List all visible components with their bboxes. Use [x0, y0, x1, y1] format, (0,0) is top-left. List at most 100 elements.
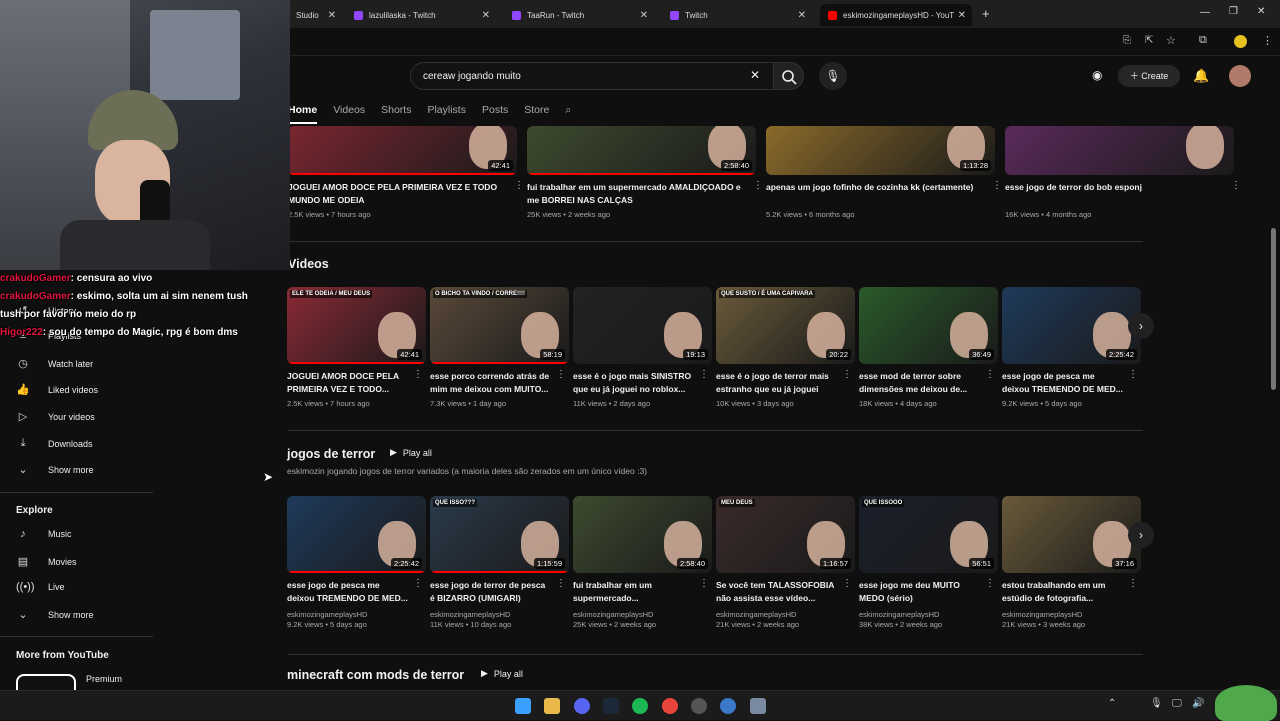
next-arrow-icon[interactable]: ›	[1128, 522, 1154, 548]
close-icon[interactable]: ✕	[958, 10, 966, 21]
translate-icon[interactable]: ⎘	[1123, 35, 1131, 46]
more-options-icon[interactable]: ⋮	[556, 369, 566, 380]
account-avatar[interactable]	[1229, 65, 1251, 87]
spotify-icon[interactable]	[632, 698, 648, 714]
calculator-icon[interactable]	[750, 698, 766, 714]
voice-search-icon[interactable]: 🎙	[819, 62, 847, 90]
more-options-icon[interactable]: ⋮	[985, 369, 995, 380]
video-thumbnail[interactable]: 37:16	[1002, 496, 1141, 573]
video-title[interactable]: esse jogo de pesca me deixou TREMENDO DE…	[1002, 370, 1124, 396]
create-button[interactable]: ＋ Create	[1118, 65, 1180, 87]
tab-twitch-2[interactable]: TaaRun - Twitch ✕	[504, 4, 654, 26]
sidebar-item-music[interactable]: ♪ Music	[16, 528, 71, 540]
microphone-tray-icon[interactable]: 🎙	[1150, 698, 1163, 709]
search-button[interactable]	[774, 62, 804, 90]
volume-icon[interactable]: 🔊	[1192, 698, 1204, 709]
tab-playlists[interactable]: Playlists	[427, 100, 466, 124]
video-thumbnail[interactable]: MEU DEUS 1:16:57	[716, 496, 855, 573]
tab-home[interactable]: Home	[288, 100, 318, 124]
video-title[interactable]: esse jogo de terror do bob esponj	[1005, 181, 1227, 194]
sidebar-item-liked-videos[interactable]: 👍 Liked videos	[16, 383, 98, 396]
file-explorer-icon[interactable]	[544, 698, 560, 714]
tab-posts[interactable]: Posts	[482, 100, 508, 124]
video-thumbnail[interactable]: QUE SUSTO / É UMA CAPIVARA 20:22	[716, 287, 855, 364]
video-thumbnail[interactable]: QUE ISSOOO 56:51	[859, 496, 998, 573]
video-title[interactable]: estou trabalhando em um estúdio de fotog…	[1002, 579, 1124, 605]
cast-icon[interactable]: ⇱	[1145, 35, 1153, 46]
more-options-icon[interactable]: ⋮	[699, 369, 709, 380]
video-title[interactable]: JOGUEI AMOR DOCE PELA PRIMEIRA VEZ E TOD…	[287, 370, 409, 396]
video-title[interactable]: esse jogo de pesca me deixou TREMENDO DE…	[287, 579, 409, 605]
new-tab-button[interactable]: +	[982, 6, 990, 21]
obs-icon[interactable]	[691, 698, 707, 714]
video-thumbnail[interactable]: 1:13:28	[766, 126, 995, 175]
video-thumbnail[interactable]: 2:25:42	[287, 496, 426, 573]
tab-store[interactable]: Store	[524, 100, 549, 124]
video-title[interactable]: esse jogo me deu MUITO MEDO (sério)	[859, 579, 981, 605]
window-close-icon[interactable]: ✕	[1257, 6, 1265, 17]
tab-studio[interactable]: Studio ✕	[288, 4, 342, 26]
minimize-icon[interactable]: —	[1200, 7, 1210, 18]
clear-search-icon[interactable]: ✕	[750, 68, 760, 82]
more-options-icon[interactable]: ⋮	[1231, 180, 1241, 191]
sidebar-show-more[interactable]: ⌄ Show more	[16, 463, 93, 476]
section-title-terror[interactable]: jogos de terror	[287, 447, 375, 461]
video-title[interactable]: esse mod de terror sobre dimensões me de…	[859, 370, 981, 396]
more-options-icon[interactable]: ⋮	[1128, 369, 1138, 380]
channel-search-icon[interactable]: ⌕	[565, 100, 571, 124]
close-icon[interactable]: ✕	[640, 10, 648, 21]
sidebar-item-your-videos[interactable]: ▷ Your videos	[16, 410, 95, 423]
more-options-icon[interactable]: ⋮	[413, 369, 423, 380]
more-options-icon[interactable]: ⋮	[514, 180, 524, 191]
close-icon[interactable]: ✕	[798, 10, 806, 21]
more-options-icon[interactable]: ⋮	[1128, 578, 1138, 589]
tab-youtube[interactable]: eskimozingameplaysHD - YouT ✕	[820, 4, 972, 26]
discord-icon[interactable]	[574, 698, 590, 714]
tab-twitch-3[interactable]: Twitch ✕	[662, 4, 812, 26]
extensions-icon[interactable]: ⧉	[1199, 34, 1207, 47]
more-options-icon[interactable]: ⋮	[556, 578, 566, 589]
profile-avatar[interactable]	[1234, 35, 1247, 48]
video-title[interactable]: fui trabalhar em um supermercado...	[573, 579, 695, 605]
video-thumbnail[interactable]: O BICHO TA VINDO / CORRE!!!! 58:19	[430, 287, 569, 364]
sidebar-item-live[interactable]: ((•)) Live	[16, 581, 65, 593]
close-icon[interactable]: ✕	[482, 10, 490, 21]
scrollbar-thumb[interactable]	[1271, 228, 1276, 390]
video-thumbnail[interactable]: 42:41	[288, 126, 517, 175]
video-thumbnail[interactable]: ELE TE ODEIA / MEU DEUS 42:41	[287, 287, 426, 364]
more-options-icon[interactable]: ⋮	[413, 578, 423, 589]
more-options-icon[interactable]: ⋮	[753, 180, 763, 191]
app-icon[interactable]	[720, 698, 736, 714]
eye-icon[interactable]: ◉	[1092, 68, 1102, 82]
restore-icon[interactable]: ❐	[1229, 6, 1238, 17]
windows-start-icon[interactable]	[515, 698, 531, 714]
network-icon[interactable]: 🖵	[1172, 698, 1182, 709]
play-all-button[interactable]: ▶ Play all	[481, 668, 523, 679]
video-title[interactable]: esse é o jogo de terror mais estranho qu…	[716, 370, 838, 396]
video-thumbnail[interactable]: 2:25:42	[1002, 287, 1141, 364]
video-title[interactable]: fui trabalhar em um supermercado AMALDIÇ…	[527, 181, 749, 207]
more-options-icon[interactable]: ⋮	[992, 180, 1002, 191]
close-icon[interactable]: ✕	[328, 10, 336, 21]
tab-videos[interactable]: Videos	[333, 100, 365, 124]
video-thumbnail[interactable]: 2:58:40	[573, 496, 712, 573]
steam-icon[interactable]	[603, 698, 619, 714]
video-thumbnail[interactable]: QUE ISSO??? 1:15:59	[430, 496, 569, 573]
sidebar-item-watch-later[interactable]: ◷ Watch later	[16, 357, 93, 370]
search-input[interactable]: cereaw jogando muito	[410, 62, 774, 90]
sidebar-show-more[interactable]: ⌄ Show more	[16, 608, 93, 621]
video-title[interactable]: esse porco correndo atrás de mim me deix…	[430, 370, 552, 396]
video-title[interactable]: esse jogo de terror de pesca é BIZARRO (…	[430, 579, 552, 605]
tab-shorts[interactable]: Shorts	[381, 100, 411, 124]
video-thumbnail[interactable]: 19:13	[573, 287, 712, 364]
more-options-icon[interactable]: ⋮	[699, 578, 709, 589]
next-arrow-icon[interactable]: ›	[1128, 313, 1154, 339]
notifications-bell-icon[interactable]: 🔔	[1193, 68, 1209, 84]
section-title-minecraft[interactable]: minecraft com mods de terror	[287, 668, 464, 682]
video-title[interactable]: Se você tem TALASSOFOBIA não assista ess…	[716, 579, 838, 605]
video-title[interactable]: apenas um jogo fofinho de cozinha kk (ce…	[766, 181, 988, 194]
bookmark-star-icon[interactable]: ☆	[1166, 34, 1176, 47]
youtube-premium-label[interactable]: Premium	[86, 674, 122, 684]
chrome-icon[interactable]	[662, 698, 678, 714]
video-thumbnail[interactable]: 2:58:40	[527, 126, 756, 175]
